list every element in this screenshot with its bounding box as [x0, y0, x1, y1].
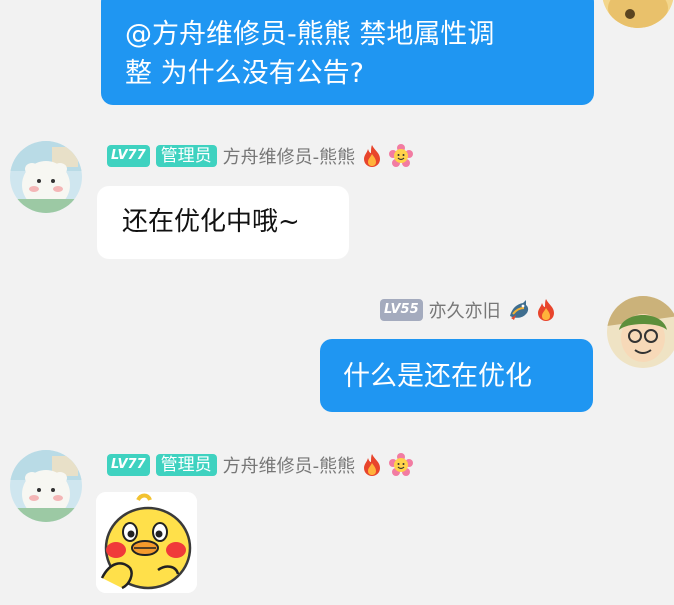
flower-face-icon [389, 144, 414, 168]
level-badge: LV77 [107, 145, 150, 167]
sender-info: LV55 亦久亦旧 [380, 297, 557, 323]
fire-icon [535, 298, 557, 322]
yellow-duck-sticker-icon [96, 492, 197, 593]
level-badge: LV55 [380, 299, 423, 321]
message-bubble-incoming[interactable]: 还在优化中哦~ [97, 186, 349, 259]
fire-icon [361, 453, 383, 477]
sender-nickname[interactable]: 亦久亦旧 [429, 297, 501, 323]
message-text-line: 整 为什么没有公告? [125, 58, 364, 89]
sender-nickname[interactable]: 方舟维修员-熊熊 [223, 452, 356, 478]
level-badge: LV77 [107, 454, 150, 476]
message-text: 什么是还在优化 [343, 361, 532, 392]
message-text-line: @方舟维修员-熊熊 禁地属性调 [125, 19, 495, 50]
dragon-icon [507, 298, 529, 322]
message-bubble-outgoing[interactable]: @方舟维修员-熊熊 禁地属性调 整 为什么没有公告? [101, 0, 594, 105]
admin-role-badge: 管理员 [155, 454, 217, 476]
sender-avatar[interactable] [10, 141, 82, 213]
sender-info: LV77 管理员 方舟维修员-熊熊 [107, 452, 414, 478]
sender-info: LV77 管理员 方舟维修员-熊熊 [107, 143, 414, 169]
sender-nickname[interactable]: 方舟维修员-熊熊 [223, 143, 356, 169]
message-text: 还在优化中哦~ [122, 207, 300, 237]
self-avatar[interactable] [607, 296, 674, 368]
message-bubble-outgoing[interactable]: 什么是还在优化 [320, 339, 593, 412]
sender-avatar[interactable] [10, 450, 82, 522]
fire-icon [361, 144, 383, 168]
self-avatar[interactable] [602, 0, 674, 28]
flower-face-icon [389, 453, 414, 477]
admin-role-badge: 管理员 [155, 145, 217, 167]
sticker-message[interactable] [96, 492, 197, 593]
